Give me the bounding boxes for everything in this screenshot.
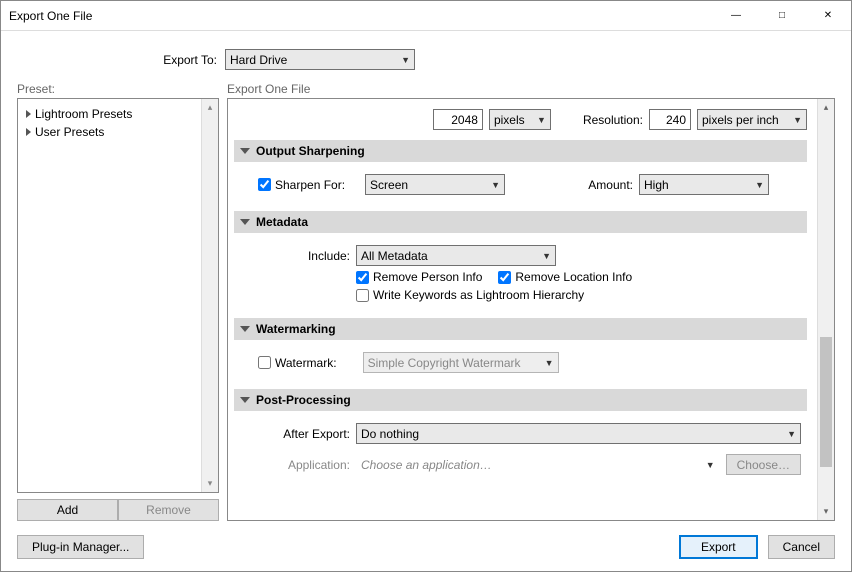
chevron-down-icon: ▼ (755, 180, 764, 190)
metadata-include-select[interactable]: All Metadata ▼ (356, 245, 556, 266)
preset-scrollbar[interactable]: ▴ ▾ (201, 99, 218, 492)
cancel-button[interactable]: Cancel (768, 535, 835, 559)
close-button[interactable]: ✕ (805, 1, 851, 31)
sharpen-amount-label: Amount: (588, 178, 633, 192)
scroll-down-icon: ▾ (208, 478, 213, 492)
maximize-button[interactable]: □ (759, 1, 805, 31)
sharpen-amount-select[interactable]: High ▼ (639, 174, 769, 195)
remove-person-checkbox[interactable]: Remove Person Info (356, 270, 482, 284)
triangle-down-icon (240, 148, 250, 154)
triangle-down-icon (240, 326, 250, 332)
preset-folder-label: User Presets (35, 125, 104, 139)
resolution-label: Resolution: (583, 113, 643, 127)
metadata-include-label: Include: (240, 249, 350, 263)
chevron-down-icon: ▼ (706, 460, 715, 470)
titlebar: Export One File — □ ✕ (1, 1, 851, 31)
resolution-unit-select[interactable]: pixels per inch ▼ (697, 109, 807, 130)
sharpen-target-select[interactable]: Screen ▼ (365, 174, 505, 195)
preset-folder[interactable]: Lightroom Presets (22, 105, 197, 123)
window-title: Export One File (9, 9, 713, 23)
triangle-right-icon (26, 128, 31, 136)
resolution-value-input[interactable] (649, 109, 691, 130)
triangle-down-icon (240, 219, 250, 225)
plugin-manager-button[interactable]: Plug-in Manager... (17, 535, 144, 559)
section-watermarking[interactable]: Watermarking (234, 318, 807, 340)
sharpen-for-checkbox[interactable]: Sharpen For: (258, 178, 345, 192)
preset-folder[interactable]: User Presets (22, 123, 197, 141)
preset-label: Preset: (17, 82, 219, 96)
section-post-processing[interactable]: Post-Processing (234, 389, 807, 411)
settings-scrollbar[interactable]: ▴ ▾ (817, 99, 834, 520)
keywords-hierarchy-checkbox[interactable]: Write Keywords as Lightroom Hierarchy (356, 288, 584, 302)
triangle-down-icon (240, 397, 250, 403)
size-unit-select[interactable]: pixels ▼ (489, 109, 551, 130)
application-label: Application: (240, 458, 350, 472)
triangle-right-icon (26, 110, 31, 118)
export-button[interactable]: Export (679, 535, 758, 559)
chevron-down-icon: ▼ (542, 251, 551, 261)
chevron-down-icon: ▼ (545, 358, 554, 368)
watermark-select: Simple Copyright Watermark ▼ (363, 352, 559, 373)
chevron-down-icon: ▼ (787, 429, 796, 439)
remove-preset-button[interactable]: Remove (118, 499, 219, 521)
chevron-down-icon: ▼ (537, 115, 546, 125)
scroll-up-icon: ▴ (208, 99, 213, 113)
section-metadata[interactable]: Metadata (234, 211, 807, 233)
chevron-down-icon: ▼ (491, 180, 500, 190)
scroll-down-icon: ▾ (818, 503, 834, 520)
panel-label: Export One File (227, 82, 835, 96)
scroll-up-icon: ▴ (818, 99, 834, 116)
size-value-input[interactable] (433, 109, 483, 130)
export-to-select[interactable]: Hard Drive ▼ (225, 49, 415, 70)
minimize-button[interactable]: — (713, 1, 759, 31)
watermark-checkbox[interactable]: Watermark: (258, 356, 337, 370)
choose-app-button[interactable]: Choose… (726, 454, 801, 475)
section-output-sharpening[interactable]: Output Sharpening (234, 140, 807, 162)
preset-list[interactable]: Lightroom Presets User Presets ▴ ▾ (17, 98, 219, 493)
after-export-label: After Export: (240, 427, 350, 441)
scroll-thumb[interactable] (820, 337, 832, 467)
chevron-down-icon: ▼ (793, 115, 802, 125)
remove-location-checkbox[interactable]: Remove Location Info (498, 270, 632, 284)
after-export-select[interactable]: Do nothing ▼ (356, 423, 801, 444)
preset-folder-label: Lightroom Presets (35, 107, 132, 121)
export-to-label: Export To: (17, 53, 219, 67)
add-preset-button[interactable]: Add (17, 499, 118, 521)
application-select: Choose an application… ▼ (356, 454, 720, 475)
chevron-down-icon: ▼ (401, 55, 410, 65)
